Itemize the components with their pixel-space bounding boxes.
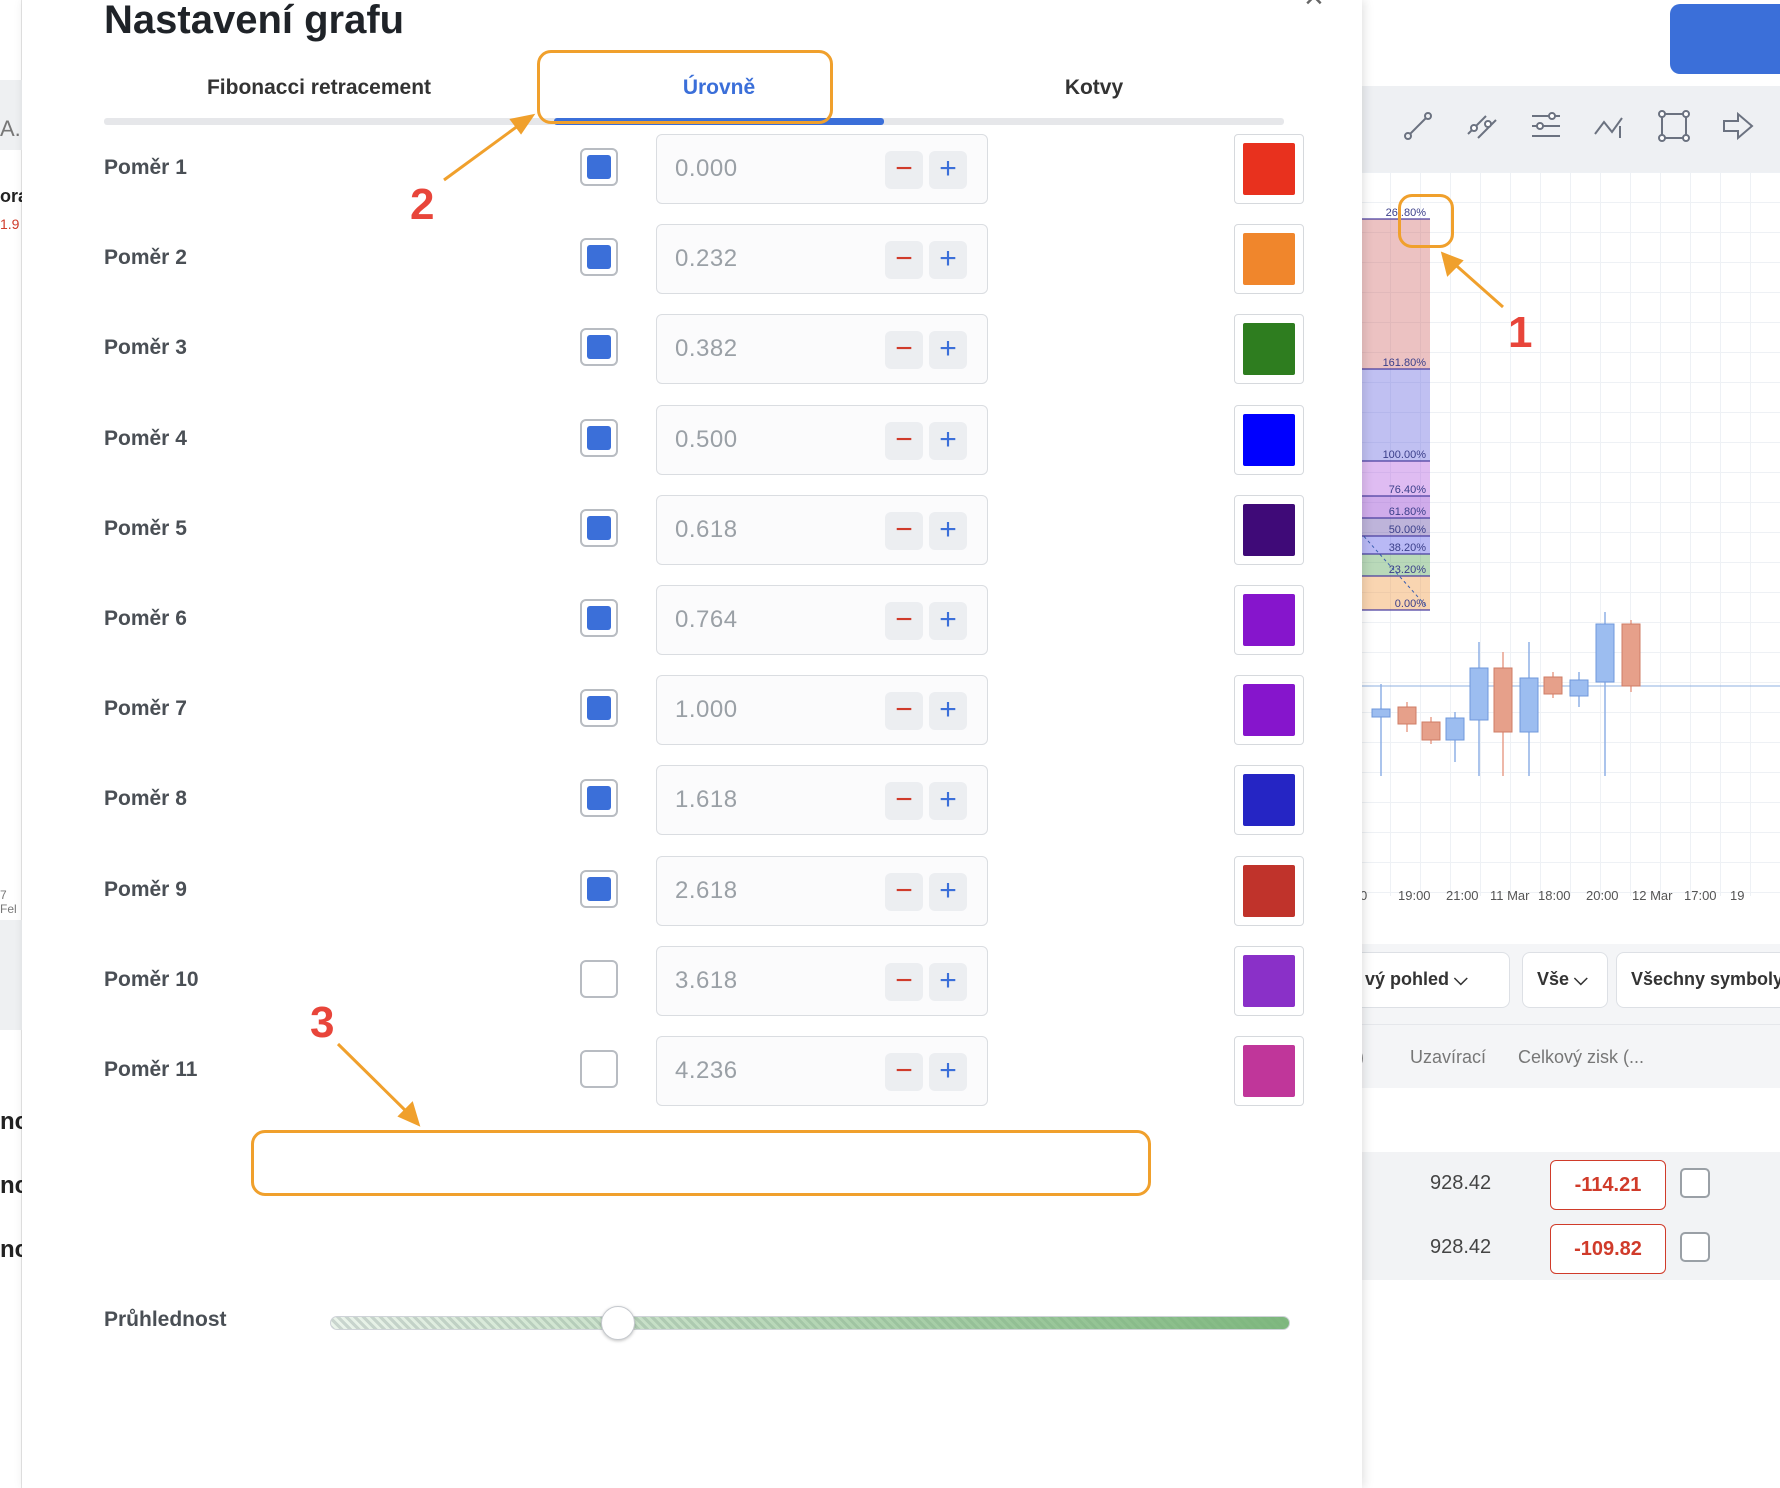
annotation-number-3: 3 [310,998,335,1047]
annotation-number-1: 1 [1508,308,1533,357]
annotation-number-2: 2 [410,180,435,229]
annotation-arrows [336,113,1504,1127]
